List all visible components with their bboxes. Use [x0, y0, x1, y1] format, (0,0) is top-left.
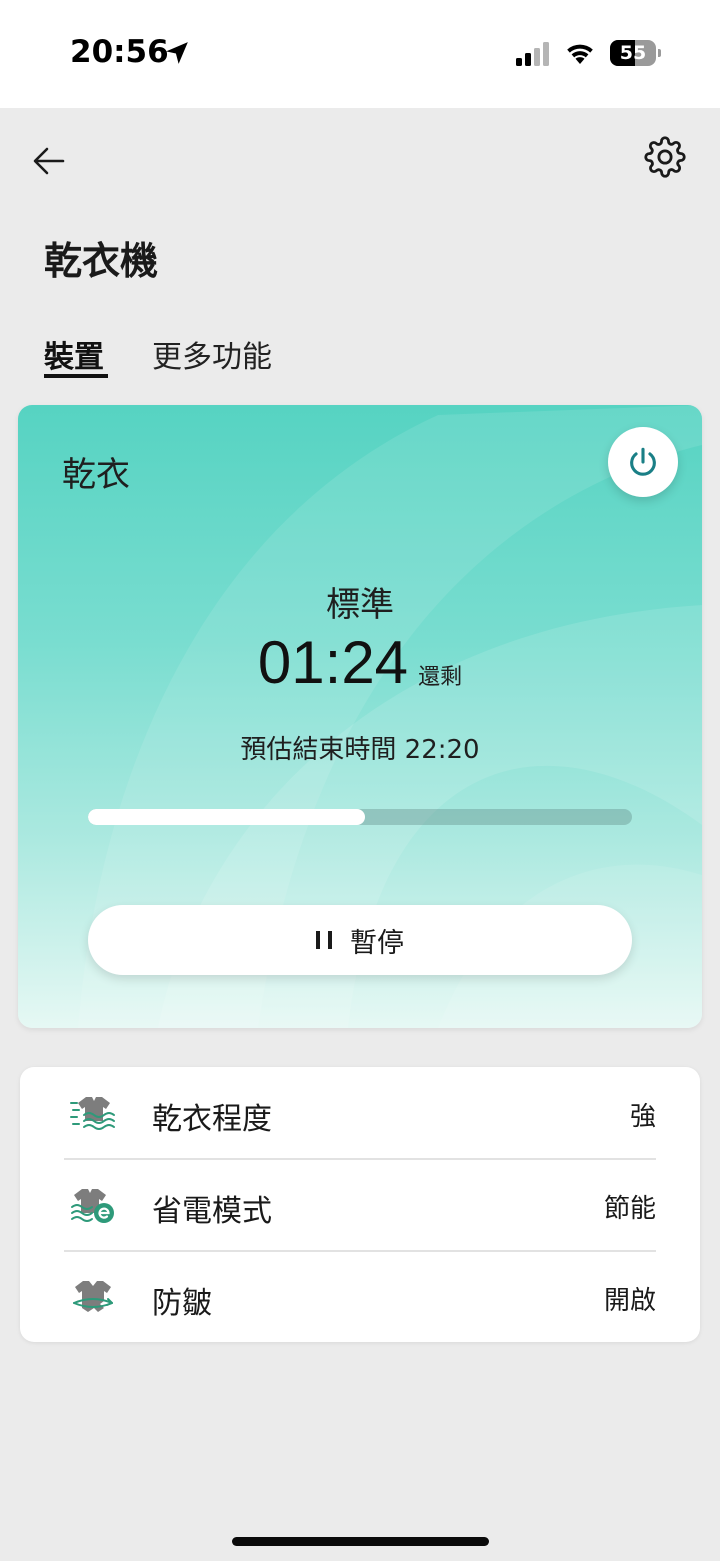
eco-mode-icon: [71, 1189, 114, 1223]
pause-button[interactable]: 暫停: [88, 905, 632, 975]
setting-row-anti-wrinkle[interactable]: 防皺 開啟: [64, 1251, 656, 1343]
settings-list: 乾衣程度 強 省電模式 節能 防皺 開啟: [20, 1067, 700, 1342]
cycle-progress-fill: [88, 809, 366, 825]
battery-cap: [658, 49, 661, 57]
anti-wrinkle-icon: [73, 1281, 113, 1312]
setting-label: 防皺: [152, 1286, 212, 1321]
estimated-end-time: 預估結束時間 22:20: [240, 735, 480, 765]
setting-value: 強: [629, 1102, 656, 1132]
setting-label: 乾衣程度: [152, 1102, 272, 1137]
pause-label: 暫停: [350, 927, 404, 959]
battery-icon: 55: [610, 40, 661, 66]
power-icon: [630, 447, 656, 476]
tab-device[interactable]: 裝置: [44, 332, 104, 376]
battery-body: 55: [610, 40, 656, 66]
time-remaining: 01:24: [257, 629, 409, 696]
status-bar: 20:56 55: [0, 0, 720, 108]
settings-button[interactable]: [642, 134, 688, 180]
wifi-icon: [567, 44, 593, 64]
remaining-label: 還剩: [418, 665, 463, 690]
active-tab-indicator: [44, 374, 108, 378]
setting-row-dry-level[interactable]: 乾衣程度 強: [64, 1067, 656, 1159]
tab-more-functions[interactable]: 更多功能: [152, 332, 272, 376]
power-button[interactable]: [608, 427, 678, 497]
arrow-left-icon: [33, 147, 65, 175]
setting-value: 節能: [603, 1194, 656, 1224]
cellular-signal-icon: [516, 42, 549, 66]
dryer-status-card: 乾衣 標準 01:24 還剩 預估結束時間 22:20 暫停: [18, 405, 702, 1028]
back-button[interactable]: [28, 140, 70, 182]
cycle-progress-bar: [88, 809, 632, 825]
setting-label: 省電模式: [152, 1194, 272, 1229]
cycle-mode: 標準: [326, 585, 394, 625]
status-time: 20:56: [70, 34, 169, 70]
page-title: 乾衣機: [44, 239, 159, 283]
setting-row-eco-mode[interactable]: 省電模式 節能: [64, 1159, 656, 1251]
location-arrow-icon: [166, 42, 188, 64]
time-remaining-row: 01:24 還剩: [18, 633, 702, 693]
setting-value: 開啟: [603, 1286, 656, 1316]
dry-level-icon: [70, 1097, 115, 1130]
home-indicator: [232, 1537, 489, 1546]
battery-level: 55: [619, 42, 647, 64]
card-title: 乾衣: [62, 455, 130, 495]
gear-icon: [644, 136, 686, 178]
pause-icon: [316, 931, 332, 949]
